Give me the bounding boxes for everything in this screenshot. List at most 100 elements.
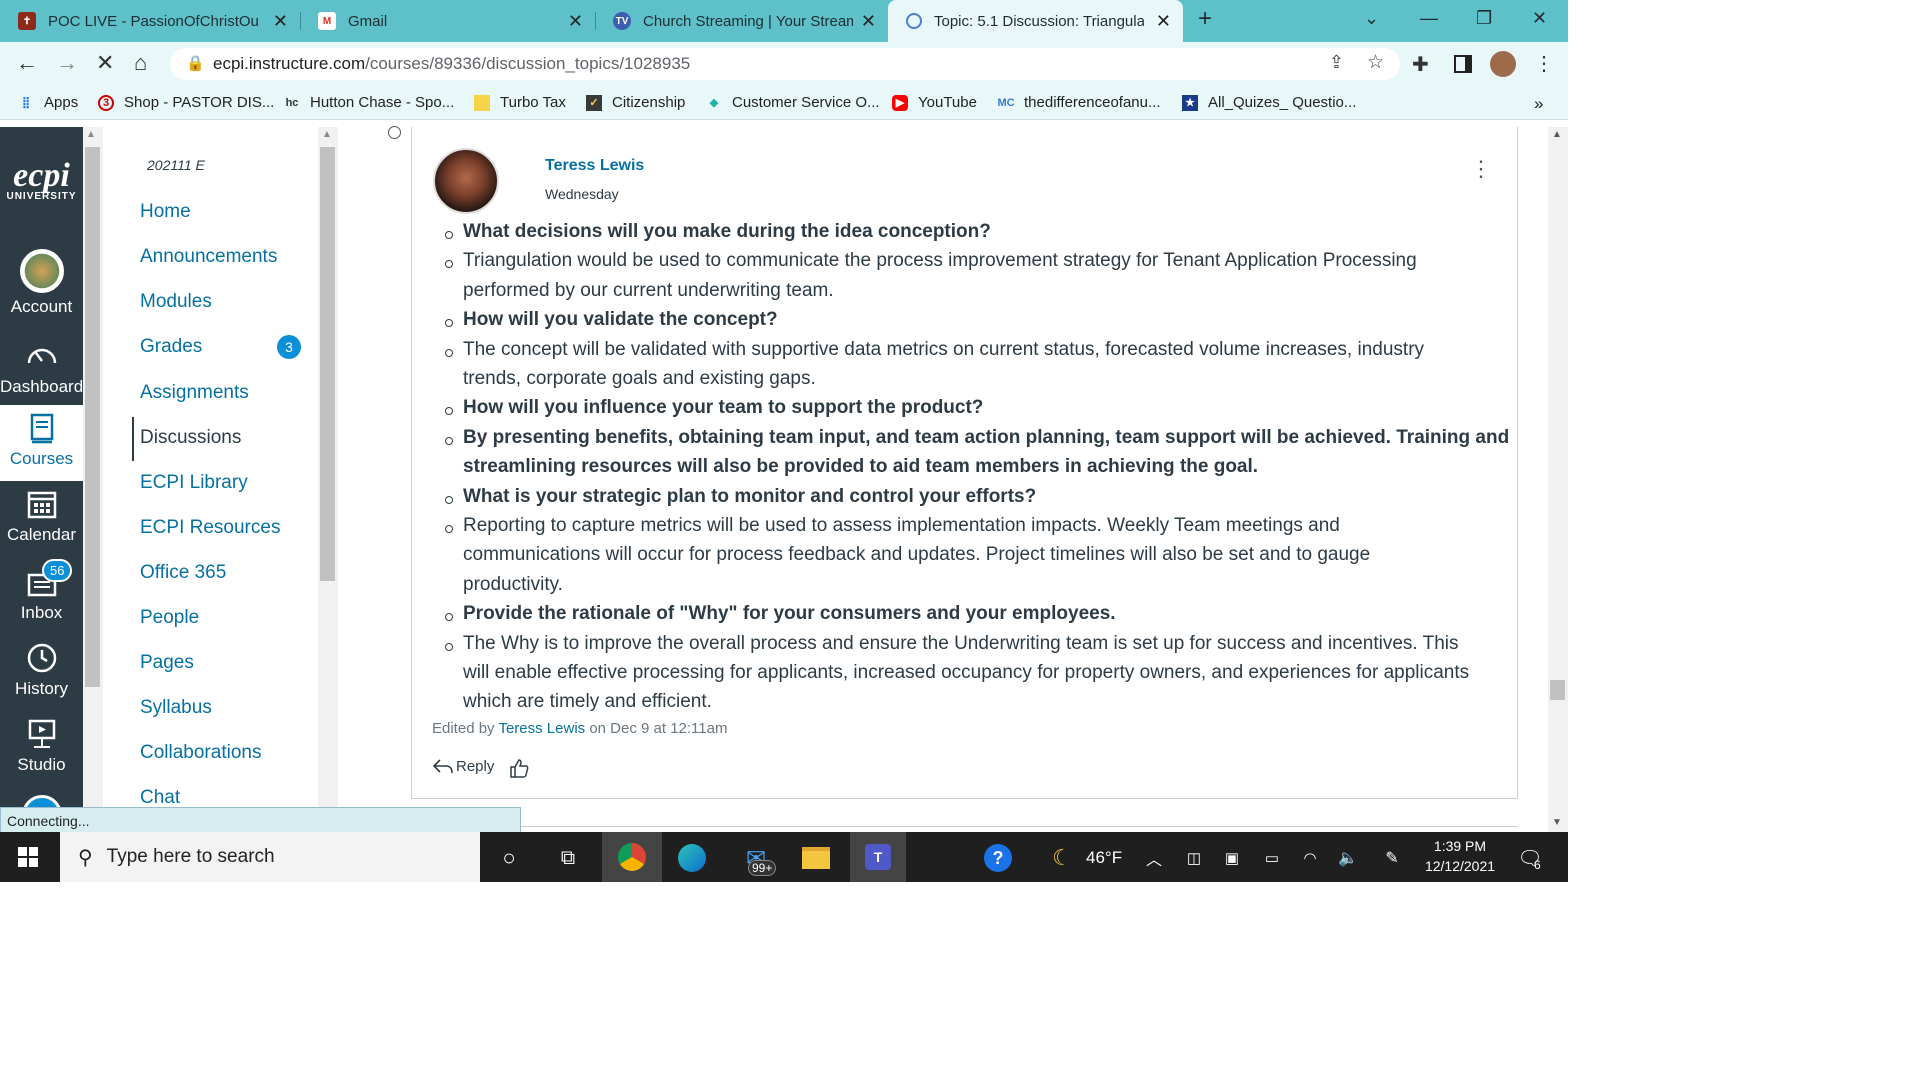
bookmark-hutton-chase[interactable]: hc Hutton Chase - Spo... — [284, 94, 455, 111]
taskbar-search-box[interactable]: ⚲ Type here to search — [60, 832, 480, 882]
home-icon[interactable]: ⌂ — [134, 50, 147, 76]
tab-search-icon[interactable]: ⌄ — [1364, 8, 1379, 29]
windows-start-icon[interactable] — [18, 847, 38, 867]
course-nav-scroll-thumb[interactable] — [320, 147, 335, 581]
restore-button[interactable]: ❐ — [1476, 8, 1492, 29]
course-nav-people[interactable]: People — [140, 607, 199, 629]
weather-temperature[interactable]: 46°F — [1086, 848, 1122, 868]
mc-icon: MC — [997, 96, 1015, 109]
bookmark-star-icon[interactable]: ☆ — [1367, 51, 1384, 74]
nav-calendar[interactable]: Calendar — [0, 487, 83, 551]
course-nav-grades[interactable]: Grades — [140, 336, 202, 358]
close-window-button[interactable]: ✕ — [1532, 8, 1547, 29]
cortana-icon[interactable]: ○ — [491, 840, 527, 876]
course-nav-ecpi-library[interactable]: ECPI Library — [140, 472, 248, 494]
share-icon[interactable]: ⇪ — [1329, 52, 1344, 73]
bookmark-turbo-tax[interactable]: Turbo Tax — [474, 94, 566, 111]
forward-icon[interactable]: → — [56, 50, 78, 76]
meet-now-icon[interactable]: ◫ — [1176, 840, 1212, 876]
course-nav-discussions[interactable]: Discussions — [140, 427, 241, 449]
bookmarks-bar: ⣿ Apps 3 Shop - PASTOR DIS... hc Hutton Cha… — [0, 86, 1568, 120]
tab-gmail[interactable]: M Gmail ✕ — [300, 0, 595, 42]
nav-history[interactable]: History — [0, 641, 83, 705]
unread-indicator-icon[interactable] — [388, 126, 401, 139]
taskbar-mail[interactable]: ✉ 99+ — [738, 840, 777, 876]
course-nav-office-365[interactable]: Office 365 — [140, 562, 226, 584]
author-avatar[interactable] — [433, 148, 499, 214]
tab-discussion-topic[interactable]: Topic: 5.1 Discussion: Triangular ✕ — [888, 0, 1183, 42]
nav-courses[interactable]: Courses — [0, 405, 83, 481]
wifi-icon[interactable]: ◠ — [1292, 840, 1328, 876]
course-nav-modules[interactable]: Modules — [140, 291, 212, 313]
tab-poc-live[interactable]: ✝ POC LIVE - PassionOfChristOutre ✕ — [0, 0, 300, 42]
side-panel-icon[interactable] — [1454, 55, 1472, 73]
page-scroll-thumb[interactable] — [1550, 680, 1565, 700]
scroll-thumb[interactable] — [85, 147, 100, 687]
author-name[interactable]: Teress Lewis — [545, 157, 644, 175]
taskbar-clock[interactable]: 1:39 PM 12/12/2021 — [1410, 836, 1510, 876]
weather-moon-icon[interactable]: ☾ — [1044, 840, 1080, 876]
bookmark-all-quizes[interactable]: ★ All_Quizes_ Questio... — [1182, 94, 1356, 111]
close-tab-icon[interactable]: ✕ — [568, 11, 583, 32]
course-nav-pages[interactable]: Pages — [140, 652, 194, 674]
nav-account[interactable]: Account — [0, 249, 83, 323]
more-options-icon[interactable]: ⋮ — [1470, 156, 1492, 182]
nav-dashboard[interactable]: Dashboard — [0, 339, 83, 401]
course-nav-collaborations[interactable]: Collaborations — [140, 742, 261, 764]
taskbar-chrome[interactable] — [602, 832, 662, 882]
course-nav-assignments[interactable]: Assignments — [140, 382, 249, 404]
scroll-up-icon[interactable]: ▲ — [1552, 129, 1562, 140]
more-bookmarks-icon[interactable]: » — [1534, 94, 1543, 114]
bookmark-customer-service[interactable]: ◆ Customer Service O... — [706, 94, 880, 111]
taskbar-edge[interactable] — [674, 840, 710, 876]
back-icon[interactable]: ← — [16, 50, 38, 76]
course-term: 202111 E — [147, 157, 205, 173]
menu-icon[interactable]: ⋮ — [1534, 51, 1554, 76]
new-tab-button[interactable]: + — [1198, 5, 1212, 33]
taskbar-file-explorer[interactable] — [798, 840, 834, 876]
calendar-icon — [27, 491, 56, 519]
nav-inbox[interactable]: Inbox 56 — [0, 559, 83, 629]
global-nav-scrollbar[interactable]: ▲ — [83, 127, 103, 832]
minimize-button[interactable]: — — [1420, 8, 1438, 29]
url-text[interactable]: ecpi.instructure.com/courses/89336/discu… — [213, 54, 690, 74]
show-hidden-icons[interactable]: ︿ — [1136, 840, 1172, 876]
volume-icon[interactable]: 🔈 — [1330, 840, 1366, 876]
page-scrollbar[interactable]: ▲ ▼ — [1548, 127, 1568, 832]
course-nav-home[interactable]: Home — [140, 201, 191, 223]
studio-icon — [28, 719, 55, 748]
bookmark-citizenship[interactable]: ✓ Citizenship — [586, 94, 685, 111]
close-tab-icon[interactable]: ✕ — [273, 11, 288, 32]
course-nav-ecpi-resources[interactable]: ECPI Resources — [140, 517, 280, 539]
edited-author-link[interactable]: Teress Lewis — [498, 720, 585, 737]
taskbar-teams[interactable]: T — [850, 832, 906, 882]
extensions-icon[interactable]: ✚ — [1412, 52, 1429, 77]
like-icon[interactable] — [508, 757, 530, 779]
ecpi-logo[interactable]: ecpi UNIVERSITY — [0, 159, 83, 203]
taskbar-help[interactable]: ? — [980, 840, 1016, 876]
reply-button[interactable]: Reply — [432, 756, 494, 776]
notification-center-icon[interactable]: 🗨 6 — [1512, 840, 1548, 876]
bookmark-shop[interactable]: 3 Shop - PASTOR DIS... — [98, 94, 274, 111]
check-icon: ✓ — [586, 94, 602, 111]
bullet-icon — [445, 436, 453, 445]
task-view-icon[interactable]: ⧉ — [550, 840, 586, 876]
bookmark-apps[interactable]: ⣿ Apps — [18, 94, 78, 111]
display-icon[interactable]: ▣ — [1214, 840, 1250, 876]
course-nav-syllabus[interactable]: Syllabus — [140, 697, 212, 719]
profile-avatar[interactable] — [1490, 51, 1516, 77]
scroll-down-icon[interactable]: ▼ — [1552, 817, 1562, 828]
close-tab-icon[interactable]: ✕ — [1156, 11, 1171, 32]
bookmark-youtube[interactable]: ▶ YouTube — [892, 94, 977, 111]
pen-icon[interactable]: ✎ — [1374, 840, 1410, 876]
tab-church-streaming[interactable]: TV Church Streaming | Your Stream ✕ — [595, 0, 888, 42]
course-nav-chat[interactable]: Chat — [140, 787, 180, 809]
nav-studio[interactable]: Studio — [0, 717, 83, 781]
stop-icon[interactable]: ✕ — [96, 50, 114, 76]
close-tab-icon[interactable]: ✕ — [861, 11, 876, 32]
course-nav-announcements[interactable]: Announcements — [140, 246, 277, 268]
battery-icon[interactable]: ▭ — [1254, 840, 1290, 876]
scroll-up-icon[interactable]: ▲ — [86, 129, 96, 140]
scroll-up-icon[interactable]: ▲ — [322, 129, 332, 140]
bookmark-thedifference[interactable]: MC thedifferenceofanu... — [997, 94, 1160, 111]
